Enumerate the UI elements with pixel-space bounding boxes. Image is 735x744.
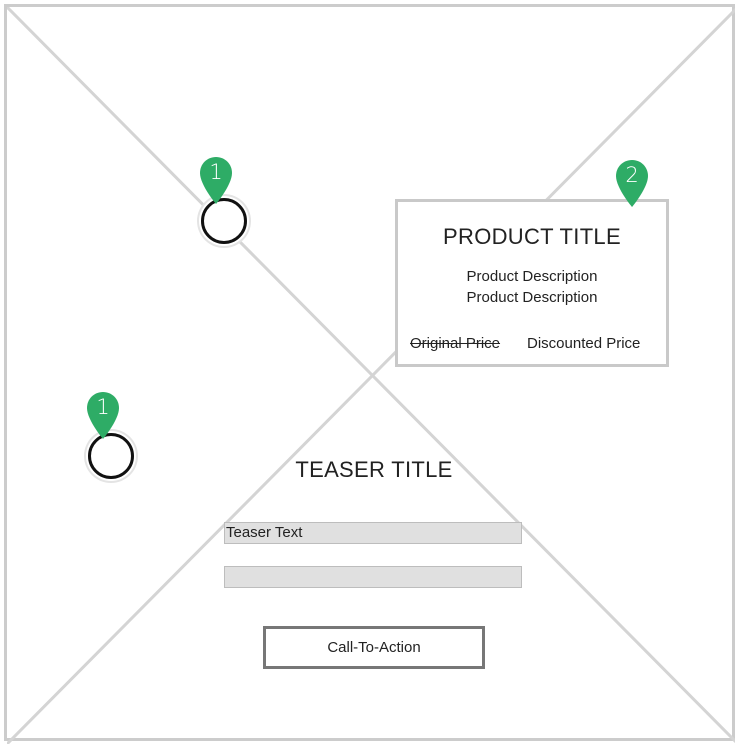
product-description-line-2: Product Description: [466, 289, 598, 306]
hotspot-pin-product[interactable]: 2: [614, 158, 650, 208]
product-card[interactable]: PRODUCT TITLE Product Description Produc…: [395, 199, 669, 367]
teaser-text-bar: Teaser Text: [224, 522, 522, 544]
hotspot-number: 2: [625, 163, 639, 187]
teaser-text-bar-empty: [224, 566, 522, 588]
discounted-price: Discounted Price: [527, 335, 641, 352]
original-price: Original Price: [410, 335, 501, 352]
hotspot-pin-upper[interactable]: 1: [198, 155, 234, 205]
hotspot-pin-lower[interactable]: 1: [85, 390, 121, 440]
hotspot-number: 1: [96, 395, 110, 419]
teaser-text: Teaser Text: [226, 524, 303, 541]
product-title: PRODUCT TITLE: [443, 224, 621, 249]
product-description-line-1: Product Description: [466, 268, 598, 285]
hotspot-number: 1: [209, 160, 223, 184]
call-to-action-button[interactable]: Call-To-Action: [263, 626, 485, 669]
teaser-title: TEASER TITLE: [295, 457, 453, 482]
